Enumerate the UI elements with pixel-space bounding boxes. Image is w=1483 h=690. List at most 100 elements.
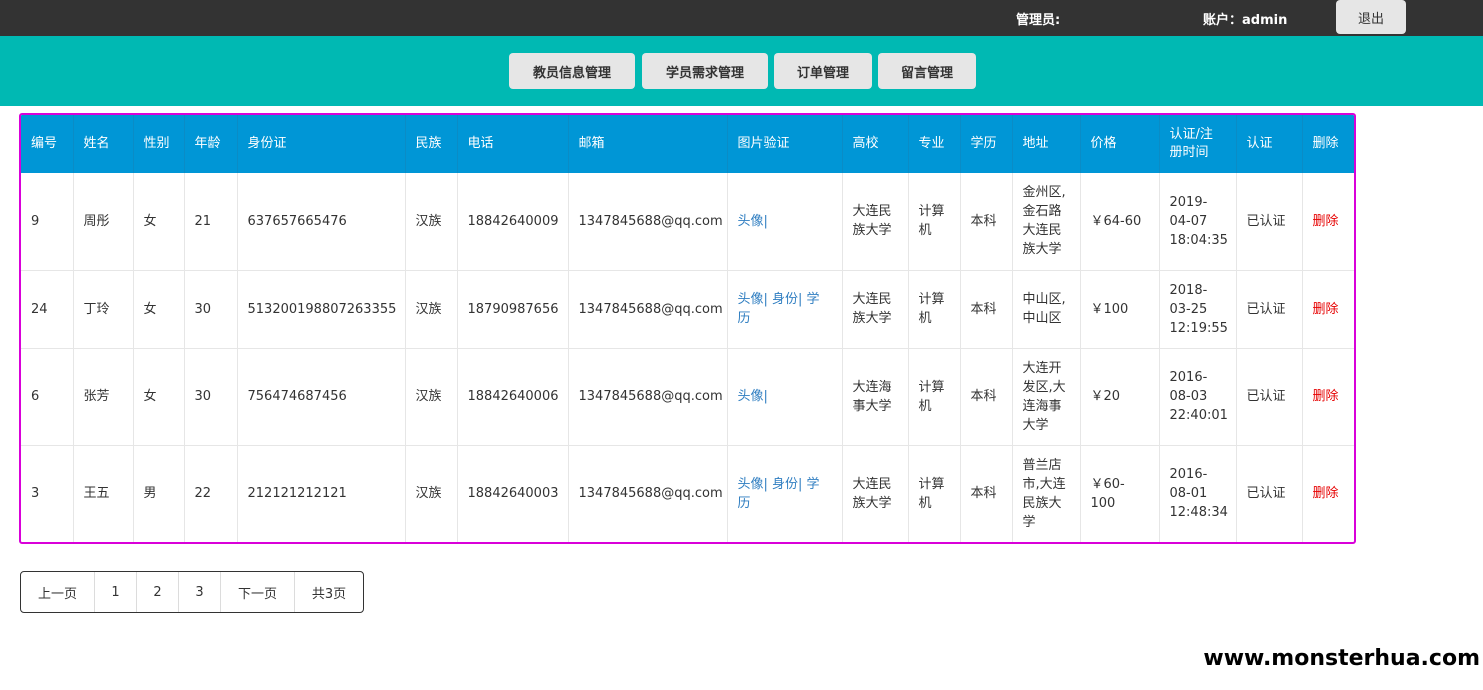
cell-price: ￥20 <box>1080 348 1160 446</box>
delete-link[interactable]: 删除 <box>1302 173 1354 271</box>
cell-id-card: 513200198807263355 <box>237 270 406 349</box>
cell-verified: 已认证 <box>1236 445 1303 542</box>
watermark: www.monsterhua.com <box>1203 646 1480 671</box>
cell-id-card: 756474687456 <box>237 348 406 446</box>
cell-university: 大连民族大学 <box>842 173 909 271</box>
admin-label: 管理员: <box>1016 13 1061 28</box>
cell-verified: 已认证 <box>1236 270 1303 349</box>
cell-price: ￥64-60 <box>1080 173 1160 271</box>
cell-gender: 男 <box>133 445 185 542</box>
page-2-button[interactable]: 2 <box>137 572 179 612</box>
cell-price: ￥100 <box>1080 270 1160 349</box>
cell-age: 30 <box>184 348 238 446</box>
header-delete: 删除 <box>1302 115 1354 173</box>
next-page-button[interactable]: 下一页 <box>221 572 295 612</box>
teacher-table: 编号 姓名 性别 年龄 身份证 民族 电话 邮箱 图片验证 高校 专业 学历 地… <box>21 115 1354 542</box>
nav-order-button[interactable]: 订单管理 <box>774 53 872 89</box>
cell-email: 1347845688@qq.com <box>568 173 728 271</box>
cell-image-links[interactable]: 头像| 身份| 学历 <box>727 270 843 349</box>
header-name: 姓名 <box>73 115 134 173</box>
nav-teacher-info-button[interactable]: 教员信息管理 <box>509 53 635 89</box>
cell-address: 大连开发区,大连海事大学 <box>1012 348 1081 446</box>
header-price: 价格 <box>1080 115 1160 173</box>
cell-major: 计算机 <box>908 348 961 446</box>
cell-address: 金州区,金石路大连民族大学 <box>1012 173 1081 271</box>
cell-degree: 本科 <box>960 348 1013 446</box>
cell-register-time: 2018-03-25 12:19:55 <box>1159 270 1237 349</box>
table-row: 9 周彤 女 21 637657665476 汉族 18842640009 13… <box>21 173 1354 271</box>
header-id-card: 身份证 <box>237 115 406 173</box>
cell-id: 6 <box>21 348 74 446</box>
header-ethnicity: 民族 <box>405 115 458 173</box>
nav-student-demand-button[interactable]: 学员需求管理 <box>642 53 768 89</box>
prev-page-button[interactable]: 上一页 <box>21 572 95 612</box>
cell-phone: 18842640006 <box>457 348 569 446</box>
cell-name: 王五 <box>73 445 134 542</box>
page-3-button[interactable]: 3 <box>179 572 221 612</box>
cell-price: ￥60-100 <box>1080 445 1160 542</box>
cell-degree: 本科 <box>960 270 1013 349</box>
cell-ethnicity: 汉族 <box>405 173 458 271</box>
cell-image-links[interactable]: 头像| 身份| 学历 <box>727 445 843 542</box>
cell-age: 30 <box>184 270 238 349</box>
cell-name: 周彤 <box>73 173 134 271</box>
header-verified: 认证 <box>1236 115 1303 173</box>
cell-address: 中山区,中山区 <box>1012 270 1081 349</box>
cell-image-links[interactable]: 头像| <box>727 348 843 446</box>
logout-button[interactable]: 退出 <box>1336 0 1406 34</box>
cell-degree: 本科 <box>960 445 1013 542</box>
teacher-table-container: 编号 姓名 性别 年龄 身份证 民族 电话 邮箱 图片验证 高校 专业 学历 地… <box>19 113 1356 544</box>
cell-gender: 女 <box>133 348 185 446</box>
cell-image-links[interactable]: 头像| <box>727 173 843 271</box>
header-image-verify: 图片验证 <box>727 115 843 173</box>
pagination: 上一页 1 2 3 下一页 共3页 <box>20 571 364 613</box>
delete-link[interactable]: 删除 <box>1302 270 1354 349</box>
delete-link[interactable]: 删除 <box>1302 445 1354 542</box>
cell-id: 9 <box>21 173 74 271</box>
top-bar: 管理员: 账户：admin 退出 <box>0 0 1483 36</box>
table-header-row: 编号 姓名 性别 年龄 身份证 民族 电话 邮箱 图片验证 高校 专业 学历 地… <box>21 115 1354 173</box>
cell-id-card: 212121212121 <box>237 445 406 542</box>
total-pages-label: 共3页 <box>311 586 347 602</box>
cell-address: 普兰店市,大连民族大学 <box>1012 445 1081 542</box>
cell-phone: 18842640003 <box>457 445 569 542</box>
cell-university: 大连海事大学 <box>842 348 909 446</box>
header-university: 高校 <box>842 115 909 173</box>
nav-message-button[interactable]: 留言管理 <box>878 53 976 89</box>
cell-degree: 本科 <box>960 173 1013 271</box>
nav-bar: 教员信息管理 学员需求管理 订单管理 留言管理 <box>0 36 1483 106</box>
cell-university: 大连民族大学 <box>842 445 909 542</box>
cell-age: 22 <box>184 445 238 542</box>
cell-university: 大连民族大学 <box>842 270 909 349</box>
header-email: 邮箱 <box>568 115 728 173</box>
header-gender: 性别 <box>133 115 185 173</box>
cell-name: 丁玲 <box>73 270 134 349</box>
header-id: 编号 <box>21 115 74 173</box>
cell-id: 3 <box>21 445 74 542</box>
table-row: 24 丁玲 女 30 513200198807263355 汉族 1879098… <box>21 270 1354 349</box>
cell-phone: 18790987656 <box>457 270 569 349</box>
cell-phone: 18842640009 <box>457 173 569 271</box>
cell-id: 24 <box>21 270 74 349</box>
header-major: 专业 <box>908 115 961 173</box>
cell-verified: 已认证 <box>1236 348 1303 446</box>
cell-email: 1347845688@qq.com <box>568 348 728 446</box>
cell-major: 计算机 <box>908 173 961 271</box>
cell-gender: 女 <box>133 173 185 271</box>
cell-gender: 女 <box>133 270 185 349</box>
cell-age: 21 <box>184 173 238 271</box>
cell-ethnicity: 汉族 <box>405 445 458 542</box>
header-register-time: 认证/注册时间 <box>1159 115 1237 173</box>
account-label: 账户：admin <box>1203 13 1288 28</box>
cell-email: 1347845688@qq.com <box>568 445 728 542</box>
header-age: 年龄 <box>184 115 238 173</box>
cell-register-time: 2019-04-07 18:04:35 <box>1159 173 1237 271</box>
cell-major: 计算机 <box>908 445 961 542</box>
cell-major: 计算机 <box>908 270 961 349</box>
header-phone: 电话 <box>457 115 569 173</box>
cell-register-time: 2016-08-03 22:40:01 <box>1159 348 1237 446</box>
cell-verified: 已认证 <box>1236 173 1303 271</box>
page-1-button[interactable]: 1 <box>95 572 137 612</box>
header-address: 地址 <box>1012 115 1081 173</box>
delete-link[interactable]: 删除 <box>1302 348 1354 446</box>
